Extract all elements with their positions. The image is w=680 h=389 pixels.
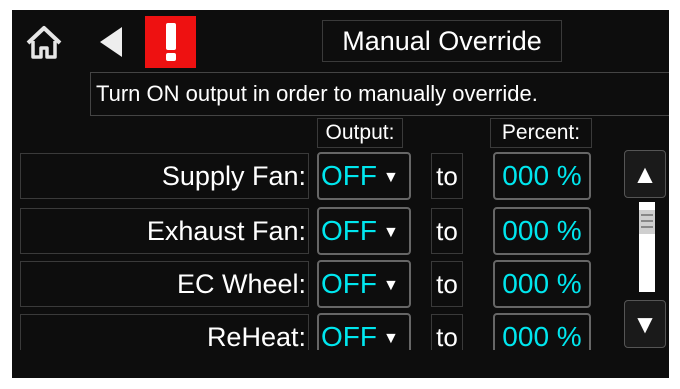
output-column-header: Output: — [317, 118, 403, 148]
to-label: to — [431, 153, 463, 199]
output-value: OFF — [321, 321, 377, 350]
dropdown-arrow-icon: ▼ — [383, 277, 399, 294]
exclamation-icon — [165, 23, 176, 61]
instruction-text: Turn ON output in order to manually over… — [90, 72, 669, 116]
row-label-exhaust-fan: Exhaust Fan: — [20, 208, 309, 254]
percent-column-header: Percent: — [490, 118, 592, 148]
output-value: OFF — [321, 215, 377, 246]
ec-wheel-percent-input[interactable]: 000 % — [493, 260, 591, 308]
row-label-ec-wheel: EC Wheel: — [20, 261, 309, 307]
to-label: to — [431, 314, 463, 350]
scroll-down-button[interactable]: ▼ — [624, 300, 666, 348]
row-label-reheat: ReHeat: — [20, 314, 309, 350]
row-label-supply-fan: Supply Fan: — [20, 153, 309, 199]
exhaust-fan-output-select[interactable]: OFF ▼ — [317, 207, 411, 255]
dropdown-arrow-icon: ▼ — [383, 169, 399, 186]
reheat-output-select[interactable]: OFF ▼ — [317, 313, 411, 350]
row-reheat-clip: ReHeat: OFF ▼ to 000 % — [12, 312, 622, 350]
to-label: to — [431, 261, 463, 307]
home-icon — [26, 26, 62, 59]
dropdown-arrow-icon: ▼ — [383, 330, 399, 347]
back-arrow-icon — [100, 27, 122, 57]
scroll-grip[interactable] — [639, 210, 655, 234]
back-button[interactable] — [86, 16, 136, 68]
page-title: Manual Override — [322, 20, 562, 62]
output-value: OFF — [321, 160, 377, 191]
alarm-button[interactable] — [145, 16, 196, 68]
reheat-percent-input[interactable]: 000 % — [493, 313, 591, 350]
output-value: OFF — [321, 268, 377, 299]
supply-fan-output-select[interactable]: OFF ▼ — [317, 152, 411, 200]
up-arrow-icon: ▲ — [632, 158, 658, 189]
dropdown-arrow-icon: ▼ — [383, 224, 399, 241]
exhaust-fan-percent-input[interactable]: 000 % — [493, 207, 591, 255]
scroll-up-button[interactable]: ▲ — [624, 150, 666, 198]
down-arrow-icon: ▼ — [632, 308, 658, 339]
to-label: to — [431, 208, 463, 254]
home-button[interactable] — [17, 16, 71, 68]
ec-wheel-output-select[interactable]: OFF ▼ — [317, 260, 411, 308]
supply-fan-percent-input[interactable]: 000 % — [493, 152, 591, 200]
hmi-screen: Manual Override Turn ON output in order … — [12, 10, 669, 378]
